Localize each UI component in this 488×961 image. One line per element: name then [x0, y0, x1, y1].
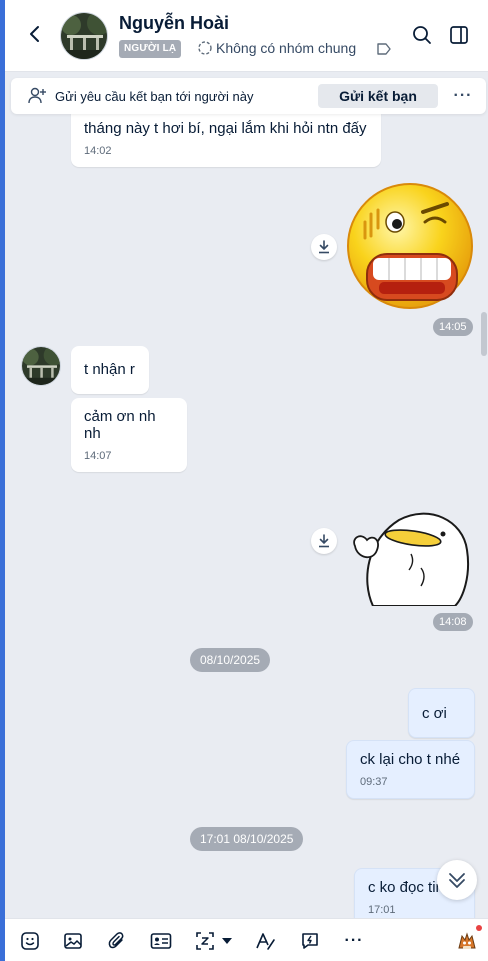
message-text: tháng này t hơi bí, ngại lắm khi hỏi ntn… [84, 120, 367, 137]
date-separator: 17:01 08/10/2025 [190, 827, 304, 851]
side-panel-icon [450, 26, 468, 44]
contact-card-icon [150, 933, 172, 949]
message-text: c ơi [422, 705, 447, 722]
mascot-button[interactable] [455, 925, 482, 954]
group-icon [198, 41, 212, 55]
common-groups-info[interactable]: Không có nhóm chung [197, 40, 356, 56]
dropdown-icon [222, 938, 232, 944]
message-text: t nhận r [84, 361, 135, 378]
composer-toolbar: ··· [5, 918, 488, 961]
contact-name[interactable]: Nguyễn Hoài [119, 13, 229, 34]
quick-message-icon [302, 933, 318, 949]
search-button[interactable] [411, 24, 433, 46]
message-text: ck lại cho t nhé [360, 751, 461, 768]
stranger-badge: NGƯỜI LẠ [119, 40, 182, 58]
text-format-icon [256, 933, 275, 950]
date-separator: 08/10/2025 [190, 648, 271, 672]
more-options-button[interactable]: ··· [341, 928, 367, 954]
friend-request-bar: Gửi yêu cầu kết bạn tới người này Gửi kế… [11, 78, 486, 114]
download-button[interactable] [311, 234, 337, 260]
image-icon [64, 933, 82, 949]
attachment-button[interactable] [104, 928, 130, 954]
download-button[interactable] [311, 528, 337, 554]
tag-icon[interactable] [376, 42, 392, 56]
message-time: 14:08 [433, 613, 473, 631]
back-button[interactable] [23, 22, 47, 46]
download-icon [319, 240, 329, 254]
conversation-info-button[interactable] [448, 24, 470, 46]
send-friend-request-button[interactable]: Gửi kết bạn [318, 84, 438, 108]
common-groups-label: Không có nhóm chung [216, 40, 357, 56]
screenshot-options-dropdown[interactable] [217, 928, 237, 954]
message-time: 14:07 [84, 450, 112, 462]
window-left-edge [0, 0, 5, 961]
message-bubble[interactable]: t nhận r [71, 346, 149, 394]
scrollbar-thumb[interactable] [481, 312, 487, 356]
sticker-button[interactable] [17, 928, 43, 954]
text-format-button[interactable] [253, 928, 279, 954]
white-blob-thinking-sticker[interactable] [351, 510, 471, 607]
scroll-to-bottom-button[interactable] [437, 860, 477, 900]
message-bubble[interactable]: ck lại cho t nhé 09:37 [346, 740, 475, 799]
attachment-icon [108, 932, 124, 949]
search-icon [413, 26, 431, 44]
message-time: 14:05 [433, 318, 473, 336]
download-icon [319, 534, 329, 548]
message-time: 09:37 [360, 776, 388, 788]
angry-teeth-emoji-sticker[interactable] [345, 178, 475, 310]
friend-request-text: Gửi yêu cầu kết bạn tới người này [55, 88, 254, 104]
avatar-mascot-icon [458, 932, 476, 949]
back-arrow-icon [30, 26, 39, 42]
double-chevron-down-icon [449, 873, 465, 888]
chat-header: Nguyễn Hoài NGƯỜI LẠ Không có nhóm chung [5, 0, 488, 72]
screenshot-button[interactable] [192, 928, 218, 954]
message-text: c ko đọc tin [368, 879, 444, 896]
contact-avatar[interactable] [60, 12, 108, 60]
message-time: 14:02 [84, 145, 112, 157]
message-bubble[interactable]: c ơi [408, 688, 475, 738]
notification-dot [476, 925, 482, 931]
message-bubble[interactable]: cảm ơn nh nh 14:07 [71, 398, 187, 472]
contact-card-button[interactable] [148, 928, 174, 954]
friend-bar-more-button[interactable]: ··· [450, 84, 476, 108]
screenshot-icon [196, 932, 214, 950]
message-text: cảm ơn nh nh [84, 408, 156, 442]
message-list[interactable]: tháng này t hơi bí, ngại lắm khi hỏi ntn… [5, 72, 488, 918]
image-button[interactable] [60, 928, 86, 954]
quick-message-button[interactable] [297, 928, 323, 954]
add-friend-icon [28, 87, 46, 104]
sender-avatar[interactable] [21, 346, 61, 386]
message-time: 17:01 [368, 904, 396, 916]
sticker-icon [21, 932, 39, 950]
